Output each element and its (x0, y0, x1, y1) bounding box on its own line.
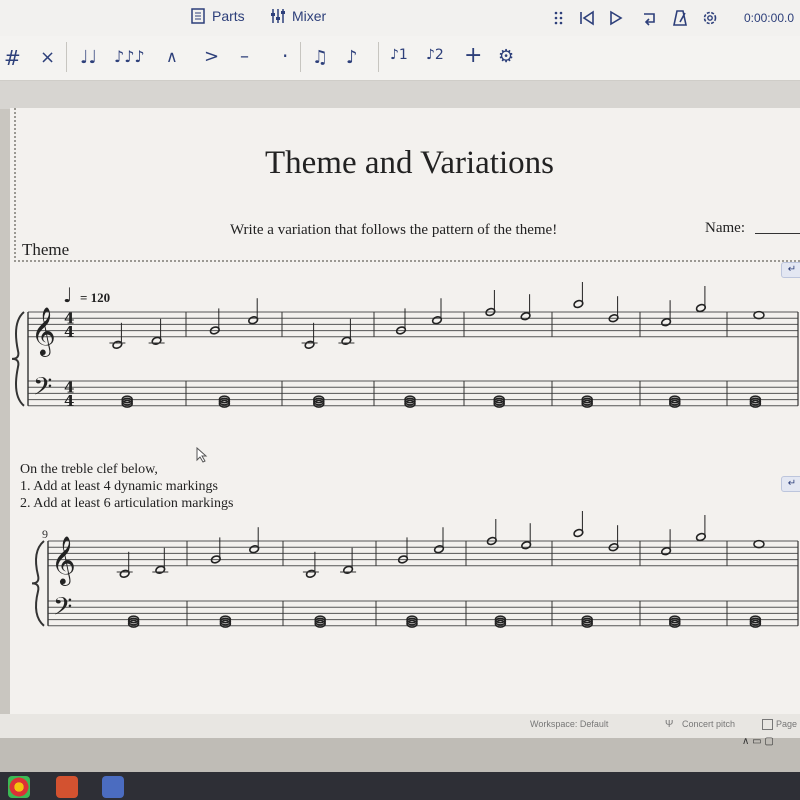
bass-clef-icon: 𝄢 (53, 592, 72, 627)
measure-number: 9 (42, 527, 48, 541)
page-view-selector[interactable]: Page (776, 719, 797, 729)
treble-clef-icon: 𝄞 (31, 306, 56, 357)
tuning-fork-icon: Ψ (665, 719, 674, 730)
desktop-background: ∧ ▭ ▢ (0, 736, 800, 772)
treble-clef-icon: 𝄞 (51, 535, 76, 586)
bass-clef-icon: 𝄢 (33, 372, 52, 407)
tempo-note-icon: ♩ (63, 283, 72, 307)
tempo-marking[interactable]: = 120 (80, 290, 110, 305)
musescore-icon[interactable] (102, 776, 124, 798)
variation-system[interactable]: 𝄞𝄢 (31, 511, 799, 628)
time-signature-bottom: 4 (64, 323, 74, 341)
theme-system[interactable]: 𝄞𝄢4444 (11, 282, 799, 410)
whole-note (753, 539, 765, 549)
brace (31, 540, 45, 627)
whole-note (753, 310, 765, 320)
page-view-icon (762, 719, 773, 730)
score-notation: 𝄞𝄢4444 𝄞𝄢 ♩ = 120 9 (11, 282, 799, 628)
time-signature-bottom: 4 (64, 392, 74, 410)
concert-pitch-toggle[interactable]: Concert pitch (682, 719, 735, 729)
chrome-icon[interactable] (8, 776, 30, 798)
system-tray: ∧ ▭ ▢ (742, 736, 774, 747)
status-bar: Workspace: Default Ψ Concert pitch Page (0, 714, 800, 738)
powerpoint-icon[interactable] (56, 776, 78, 798)
taskbar (0, 772, 800, 800)
brace (11, 311, 25, 407)
workspace-selector[interactable]: Workspace: Default (530, 719, 608, 729)
